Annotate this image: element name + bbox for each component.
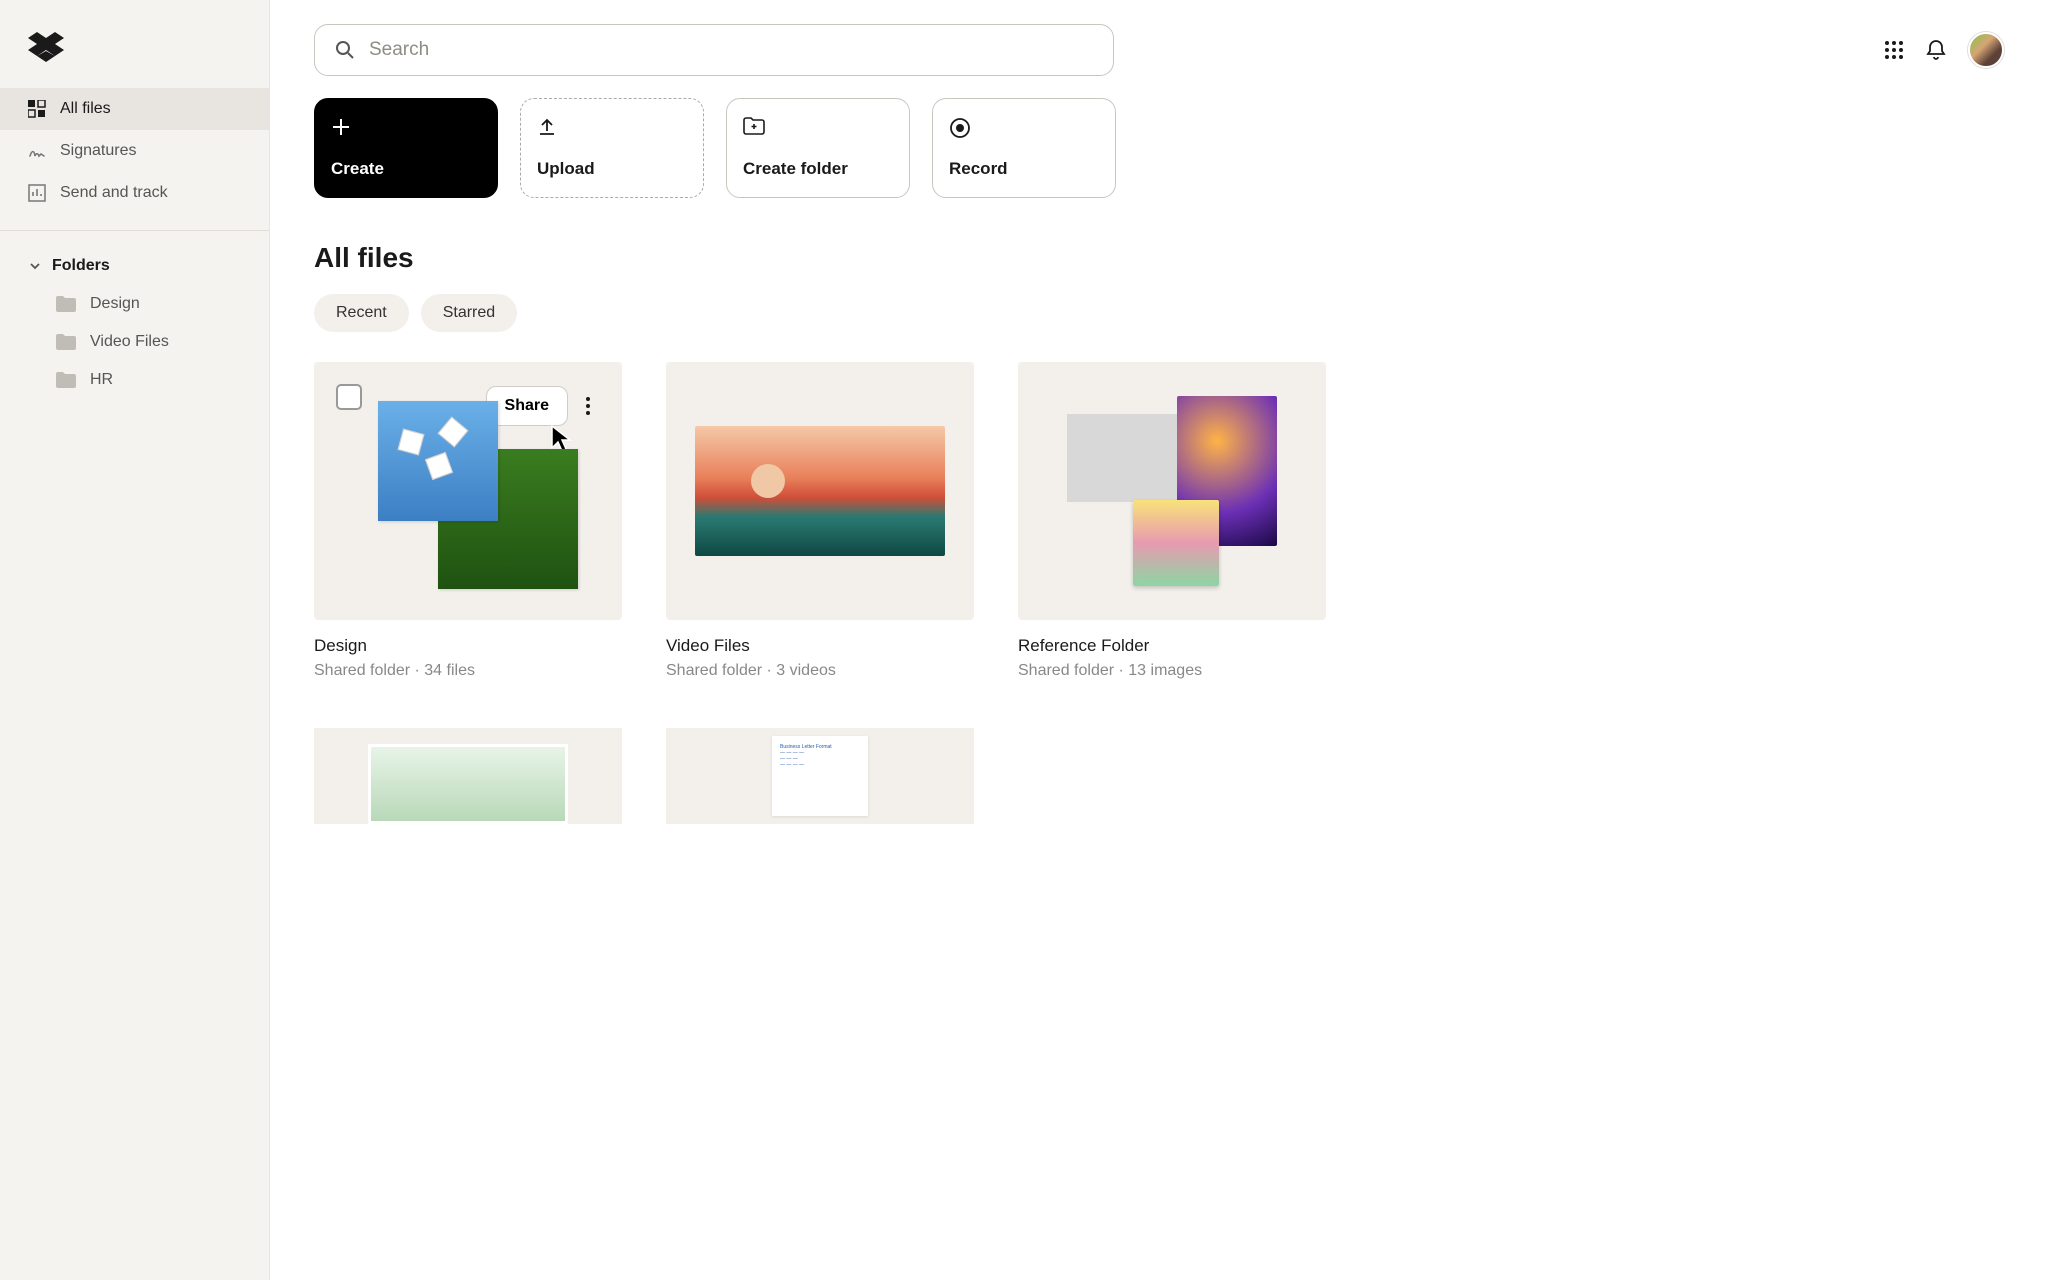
sidebar: All files Signatures Send and track Fold…	[0, 0, 270, 1280]
topbar: Search	[314, 24, 2004, 76]
nav-signatures[interactable]: Signatures	[0, 130, 269, 172]
chip-recent[interactable]: Recent	[314, 294, 409, 332]
card-name: Reference Folder	[1018, 636, 1326, 656]
nav-label: Send and track	[60, 184, 168, 202]
record-button[interactable]: Record	[932, 98, 1116, 198]
nav-label: Signatures	[60, 142, 137, 160]
upload-icon	[537, 117, 557, 137]
kebab-icon	[586, 397, 590, 415]
action-label: Create	[331, 159, 481, 179]
folders-toggle[interactable]: Folders	[0, 247, 269, 285]
action-label: Record	[949, 159, 1099, 179]
thumb-preview	[368, 744, 568, 824]
file-card[interactable]	[314, 728, 622, 824]
folder-video-files[interactable]: Video Files	[0, 323, 269, 361]
logo[interactable]	[0, 0, 269, 88]
plus-icon	[331, 117, 351, 137]
card-meta: Shared folder · 34 files	[314, 662, 622, 680]
select-checkbox[interactable]	[336, 384, 362, 410]
chart-icon	[28, 184, 46, 202]
action-label: Create folder	[743, 159, 893, 179]
bell-icon[interactable]	[1926, 39, 1946, 61]
card-meta: Shared folder · 3 videos	[666, 662, 974, 680]
folder-label: HR	[90, 371, 113, 389]
chip-starred[interactable]: Starred	[421, 294, 517, 332]
thumbnail	[666, 362, 974, 620]
search-placeholder: Search	[369, 39, 429, 61]
nav-all-files[interactable]: All files	[0, 88, 269, 130]
divider	[0, 230, 269, 231]
nav-label: All files	[60, 100, 111, 118]
card-name: Design	[314, 636, 622, 656]
folder-icon	[56, 372, 76, 388]
folder-icon	[56, 334, 76, 350]
avatar[interactable]	[1968, 32, 2004, 68]
files-grid: Share Design	[314, 362, 2004, 680]
app-root: All files Signatures Send and track Fold…	[0, 0, 2048, 1280]
thumbnail: Share	[314, 362, 622, 620]
create-folder-button[interactable]: Create folder	[726, 98, 910, 198]
upload-button[interactable]: Upload	[520, 98, 704, 198]
file-card[interactable]: Reference Folder Shared folder · 13 imag…	[1018, 362, 1326, 680]
signature-icon	[28, 142, 46, 160]
folder-label: Video Files	[90, 333, 169, 351]
folders-header-label: Folders	[52, 257, 110, 275]
action-label: Upload	[537, 159, 687, 179]
file-card[interactable]: Share Design	[314, 362, 622, 680]
search-icon	[335, 40, 355, 60]
record-icon	[949, 117, 971, 139]
thumb-preview: Business Letter Format— — — —— — —— — — …	[772, 736, 868, 816]
files-icon	[28, 100, 46, 118]
file-card[interactable]: Business Letter Format— — — —— — —— — — …	[666, 728, 974, 824]
page-title: All files	[314, 242, 2004, 274]
action-row: Create Upload Create folder Record	[314, 98, 2004, 198]
file-card[interactable]: Video Files Shared folder · 3 videos	[666, 362, 974, 680]
folder-icon	[56, 296, 76, 312]
card-name: Video Files	[666, 636, 974, 656]
thumb-preview	[378, 401, 558, 581]
thumb-preview	[695, 426, 945, 556]
dropbox-icon	[28, 32, 64, 64]
files-grid-row2: Business Letter Format— — — —— — —— — — …	[314, 728, 2004, 824]
thumbnail	[1018, 362, 1326, 620]
folder-label: Design	[90, 295, 140, 313]
card-meta: Shared folder · 13 images	[1018, 662, 1326, 680]
main: Search Create Upload Create folder	[270, 0, 2048, 1280]
filter-chips: Recent Starred	[314, 294, 2004, 332]
thumb-preview	[1067, 396, 1277, 586]
folder-plus-icon	[743, 117, 765, 135]
top-icons	[1884, 32, 2004, 68]
create-button[interactable]: Create	[314, 98, 498, 198]
apps-grid-icon[interactable]	[1884, 40, 1904, 60]
nav-send-track[interactable]: Send and track	[0, 172, 269, 214]
search-input[interactable]: Search	[314, 24, 1114, 76]
folder-hr[interactable]: HR	[0, 361, 269, 399]
more-button[interactable]	[568, 384, 608, 428]
chevron-down-icon	[28, 259, 42, 273]
folder-design[interactable]: Design	[0, 285, 269, 323]
